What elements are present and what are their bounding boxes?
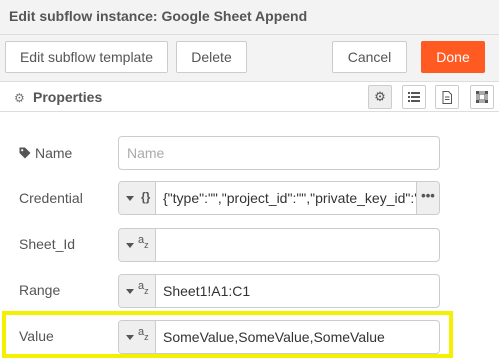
frame-icon (476, 91, 488, 103)
gear-icon: ⚙ (374, 89, 386, 104)
caret-down-icon (126, 196, 134, 201)
sheet-id-label: Sheet_Id (19, 236, 76, 252)
string-type-icon: az (138, 280, 149, 296)
done-button[interactable]: Done (421, 41, 485, 73)
caret-down-icon (126, 289, 134, 294)
tab-description[interactable] (402, 85, 426, 109)
properties-title: ⚙ Properties (14, 89, 102, 105)
credential-value: {"type":"","project_id":"","private_key_… (163, 190, 417, 206)
string-type-icon: az (138, 234, 149, 250)
delete-button[interactable]: Delete (176, 41, 247, 73)
dialog-titlebar: Edit subflow instance: Google Sheet Appe… (0, 0, 499, 35)
tag-icon (19, 147, 31, 159)
range-type-selector[interactable]: az (119, 275, 156, 307)
name-input[interactable]: Name (118, 136, 440, 170)
tab-properties[interactable]: ⚙ (368, 85, 392, 109)
name-label: Name (19, 145, 72, 161)
gear-icon: ⚙ (14, 91, 25, 105)
json-type-icon: {} (141, 190, 151, 204)
range-typed-input[interactable]: az Sheet1!A1:C1 (118, 274, 440, 308)
properties-header: ⚙ Properties ⚙ (0, 82, 499, 122)
credential-label: Credential (19, 190, 83, 206)
credential-type-selector[interactable]: {} (119, 182, 156, 214)
highlight-box (2, 311, 453, 358)
name-label-text: Name (35, 145, 73, 161)
expand-editor-button[interactable]: ••• (416, 182, 439, 214)
document-icon (442, 91, 452, 104)
tab-appearance[interactable] (470, 85, 494, 109)
sheet-id-type-selector[interactable]: az (119, 229, 156, 261)
edit-subflow-template-button[interactable]: Edit subflow template (5, 41, 168, 73)
range-value: Sheet1!A1:C1 (163, 283, 251, 299)
dialog-title: Edit subflow instance: Google Sheet Appe… (9, 8, 308, 24)
dialog-button-bar: Edit subflow template Delete Cancel Done (0, 35, 499, 82)
properties-label: Properties (33, 89, 103, 105)
caret-down-icon (126, 243, 134, 248)
sheet-id-typed-input[interactable]: az (118, 228, 440, 262)
name-placeholder: Name (127, 145, 165, 161)
credential-typed-input[interactable]: {} {"type":"","project_id":"","private_k… (118, 181, 440, 215)
range-label: Range (19, 282, 61, 298)
tab-documentation[interactable] (435, 85, 459, 109)
cancel-button[interactable]: Cancel (332, 41, 407, 73)
list-icon (408, 92, 420, 102)
tabs-divider (0, 111, 499, 112)
